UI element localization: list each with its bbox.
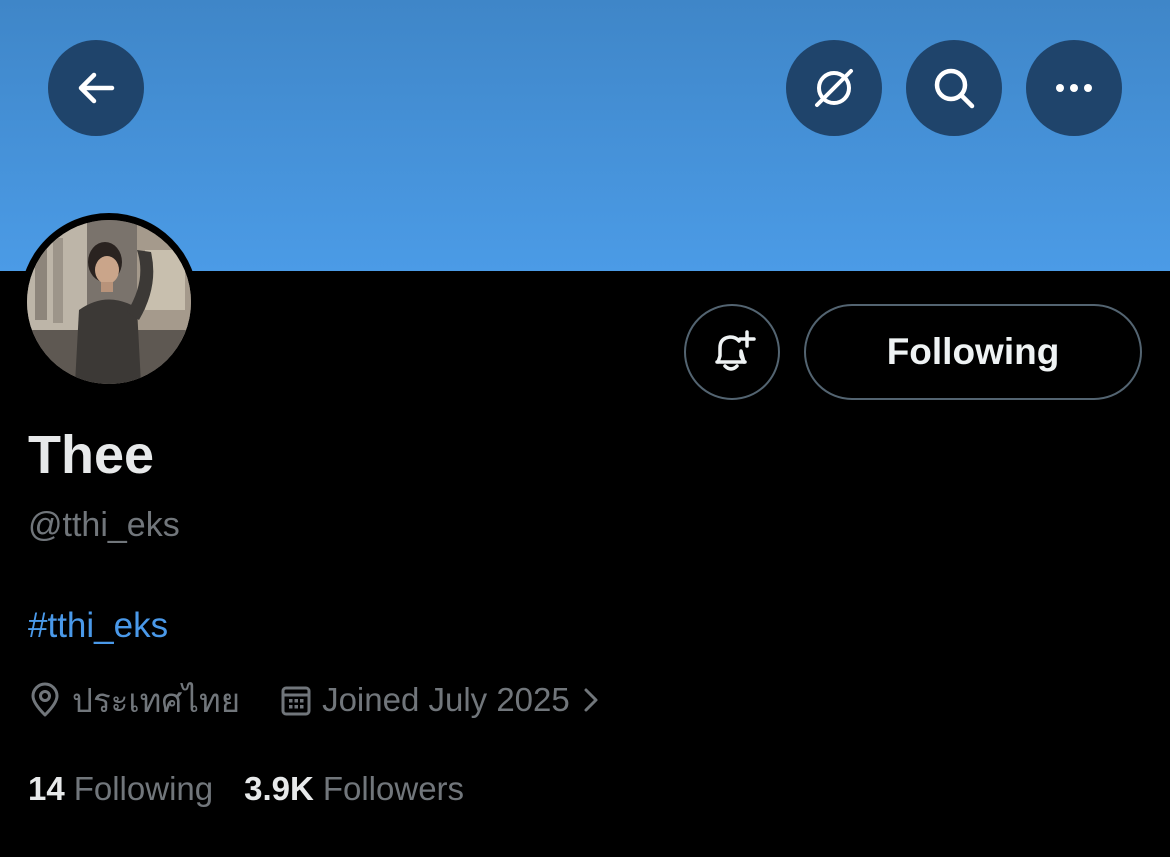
profile-meta-row: ประเทศไทย Joined July 2025 bbox=[28, 677, 604, 723]
more-options-button[interactable] bbox=[1026, 40, 1122, 136]
following-count: 14 bbox=[28, 770, 65, 807]
bell-plus-icon bbox=[715, 330, 756, 371]
joined-text: Joined July 2025 bbox=[322, 681, 570, 718]
user-handle: @tthi_eks bbox=[28, 506, 180, 544]
joined-date-link[interactable]: Joined July 2025 bbox=[280, 681, 604, 719]
more-icon bbox=[1056, 84, 1092, 92]
bio-hashtag-link[interactable]: #tthi_eks bbox=[28, 604, 168, 648]
avatar-frame[interactable] bbox=[20, 213, 198, 391]
avatar bbox=[27, 220, 191, 384]
location-pin-icon bbox=[31, 682, 59, 717]
grok-icon bbox=[815, 69, 853, 107]
followers-count-link[interactable]: 3.9K Followers bbox=[244, 770, 464, 808]
location: ประเทศไทย bbox=[28, 674, 240, 727]
following-count-link[interactable]: 14 Following bbox=[28, 770, 213, 808]
profile-banner[interactable] bbox=[0, 0, 1170, 271]
following-label: Following bbox=[73, 770, 214, 807]
following-button[interactable]: Following bbox=[804, 304, 1142, 400]
back-arrow-icon bbox=[78, 72, 115, 104]
search-button[interactable] bbox=[906, 40, 1002, 136]
calendar-icon bbox=[281, 686, 311, 716]
grok-button[interactable] bbox=[786, 40, 882, 136]
back-button[interactable] bbox=[48, 40, 144, 136]
display-name: Thee bbox=[28, 425, 155, 485]
follow-stats: 14 Following 3.9K Followers bbox=[28, 766, 464, 812]
notifications-button[interactable] bbox=[684, 304, 780, 400]
followers-label: Followers bbox=[322, 770, 465, 807]
chevron-right-icon bbox=[584, 688, 598, 712]
location-text: ประเทศไทย bbox=[72, 681, 241, 719]
followers-count: 3.9K bbox=[244, 770, 314, 807]
search-icon bbox=[934, 68, 975, 109]
